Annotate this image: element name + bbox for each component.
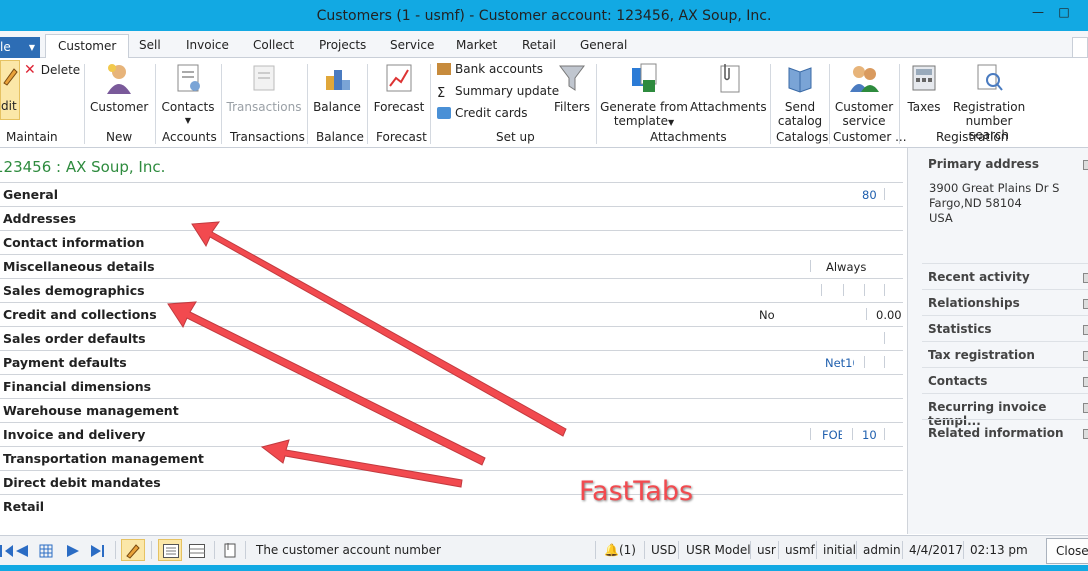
pencil-icon [126, 544, 140, 559]
factbox-pane: Primary address 3900 Great Plains Dr S F… [907, 148, 1088, 534]
arrow-to-invoice-and-delivery [260, 439, 463, 488]
divider [922, 393, 1088, 394]
divider [750, 541, 751, 559]
form-view-icon [163, 544, 179, 558]
arrow-to-addresses [191, 221, 567, 437]
fasttabs-annotation-label: FastTabs [579, 476, 694, 507]
grid-view-icon[interactable] [189, 544, 205, 558]
status-user: admin [863, 543, 901, 557]
factbox-primary-address-title[interactable]: Primary address [928, 157, 1039, 171]
factbox-recurring-invoice-templates[interactable]: Recurring invoice templ... [928, 400, 1088, 428]
window-bottom-border [0, 565, 1088, 571]
divider [115, 541, 116, 559]
close-button[interactable]: Close [1046, 538, 1088, 564]
status-company[interactable]: usmf [785, 543, 815, 557]
divider [816, 541, 817, 559]
factbox-expand-icon[interactable] [1083, 429, 1088, 439]
factbox-relationships[interactable]: Relationships [928, 296, 1020, 310]
address-line: USA [929, 211, 953, 225]
divider [963, 541, 964, 559]
factbox-related-information[interactable]: Related information [928, 426, 1064, 440]
factbox-statistics[interactable]: Statistics [928, 322, 992, 336]
divider [245, 541, 246, 559]
factbox-expand-icon[interactable] [1083, 351, 1088, 361]
grid-view-icon[interactable] [39, 544, 53, 558]
last-record-icon[interactable] [91, 545, 101, 557]
status-currency[interactable]: USD [651, 543, 677, 557]
first-record-icon[interactable] [5, 545, 13, 557]
status-layer: usr [757, 543, 776, 557]
factbox-tax-registration[interactable]: Tax registration [928, 348, 1035, 362]
bell-icon: 🔔 [604, 543, 619, 557]
divider [644, 541, 645, 559]
divider [922, 315, 1088, 316]
details-view-toggle[interactable] [158, 539, 182, 561]
divider [678, 541, 679, 559]
factbox-expand-icon[interactable] [1083, 273, 1088, 283]
divider [922, 367, 1088, 368]
divider [778, 541, 779, 559]
first-record-bar [0, 545, 2, 557]
divider [922, 289, 1088, 290]
divider [214, 541, 215, 559]
status-date: 4/4/2017 [909, 543, 963, 557]
factbox-expand-icon[interactable] [1083, 325, 1088, 335]
address-line: Fargo,ND 58104 [929, 196, 1022, 210]
previous-record-icon[interactable] [16, 545, 28, 557]
factbox-contacts[interactable]: Contacts [928, 374, 987, 388]
status-time: 02:13 pm [970, 543, 1028, 557]
primary-address: 3900 Great Plains Dr S Fargo,ND 58104 US… [929, 181, 1059, 226]
factbox-expand-icon[interactable] [1083, 299, 1088, 309]
status-partition: initial [823, 543, 856, 557]
status-bar: The customer account number 🔔(1) USD USR… [0, 535, 1088, 565]
divider [902, 541, 903, 559]
status-model: USR Model [686, 543, 751, 557]
last-record-bar [102, 545, 104, 557]
factbox-expand-icon[interactable] [1083, 377, 1088, 387]
divider [151, 541, 152, 559]
divider [922, 263, 1088, 264]
notifications-count: (1) [618, 543, 636, 557]
edit-mode-toggle[interactable] [121, 539, 145, 561]
status-message: The customer account number [256, 543, 441, 557]
divider [595, 541, 596, 559]
notifications-button[interactable]: 🔔(1) [604, 543, 636, 557]
divider [922, 419, 1088, 420]
arrow-to-credit-and-collections [167, 301, 486, 466]
factbox-recent-activity[interactable]: Recent activity [928, 270, 1030, 284]
divider [922, 341, 1088, 342]
next-record-icon[interactable] [67, 545, 79, 557]
document-handling-icon[interactable] [222, 542, 238, 558]
factbox-expand-icon[interactable] [1083, 403, 1088, 413]
factbox-collapse-icon[interactable] [1083, 160, 1088, 170]
grid-lines [40, 545, 52, 557]
divider [856, 541, 857, 559]
address-line: 3900 Great Plains Dr S [929, 181, 1060, 195]
record-navigation [0, 544, 104, 558]
